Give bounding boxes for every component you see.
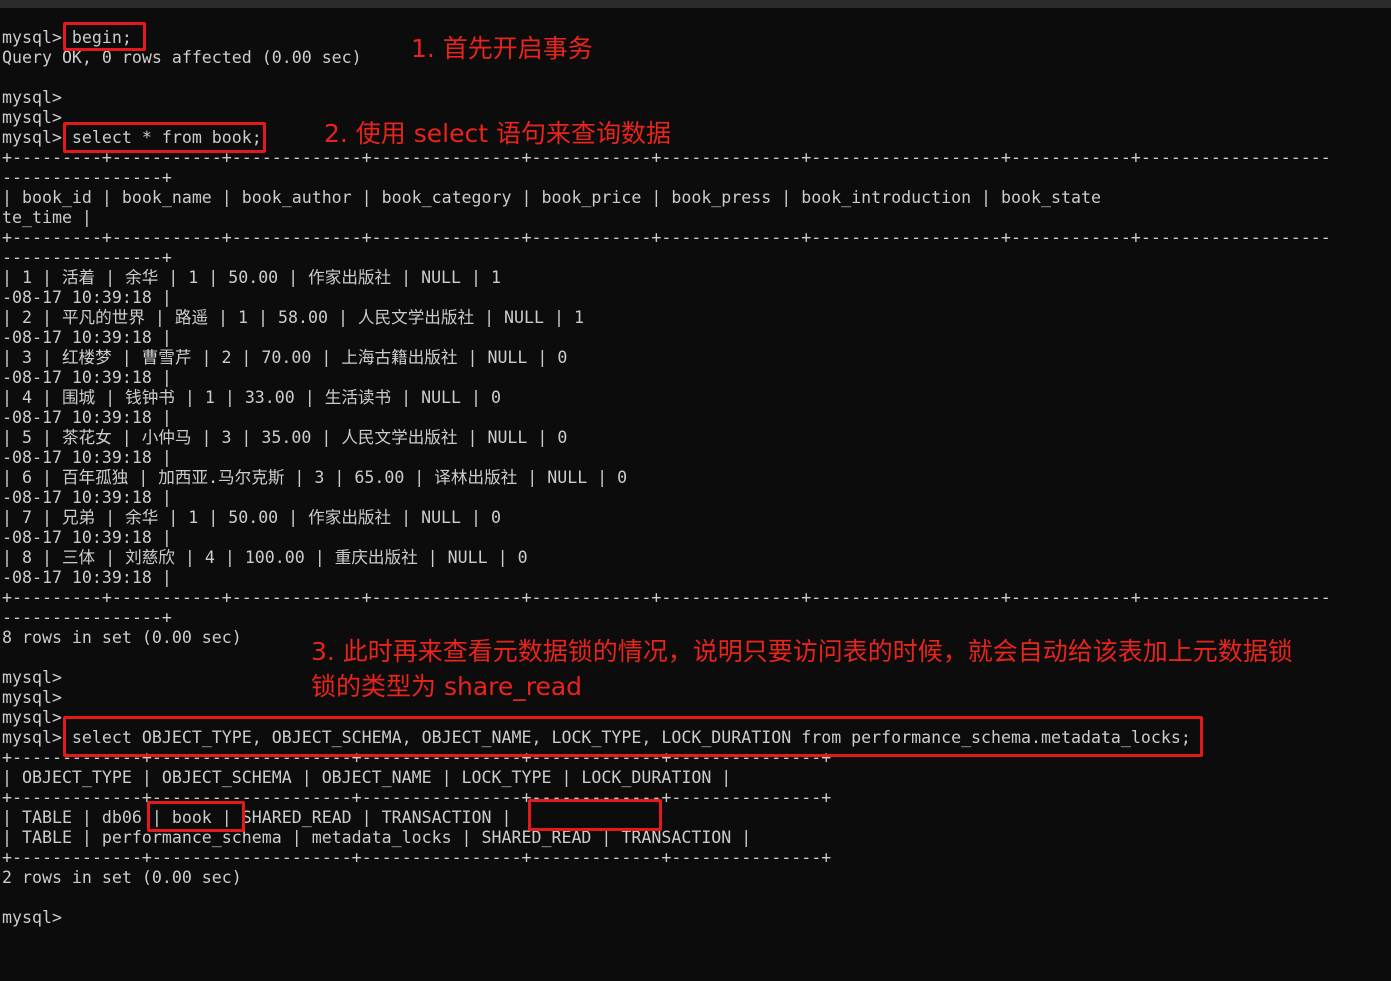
- terminal-line: -08-17 10:39:18 |: [2, 368, 172, 387]
- terminal-line: ----------------+: [2, 248, 172, 267]
- terminal-line: | TABLE | performance_schema | metadata_…: [2, 828, 752, 847]
- terminal-line: -08-17 10:39:18 |: [2, 488, 172, 507]
- terminal-line: mysql>: [2, 908, 62, 927]
- terminal-line: mysql>: [2, 668, 62, 687]
- terminal-line: | TABLE | db06 | book | SHARED_READ | TR…: [2, 808, 512, 827]
- annotation-note-1: 1. 首先开启事务: [411, 34, 593, 63]
- terminal-line: ----------------+: [2, 608, 172, 627]
- terminal-line: ----------------+: [2, 168, 172, 187]
- window-top-edge: [0, 0, 1391, 8]
- terminal-line: mysql>: [2, 88, 62, 107]
- annotation-note-2: 2. 使用 select 语句来查询数据: [324, 119, 671, 148]
- terminal-line: | 3 | 红楼梦 | 曹雪芹 | 2 | 70.00 | 上海古籍出版社 | …: [2, 348, 568, 367]
- terminal-line: mysql>: [2, 708, 62, 727]
- terminal-line: | 5 | 茶花女 | 小仲马 | 3 | 35.00 | 人民文学出版社 | …: [2, 428, 568, 447]
- terminal-line: Query OK, 0 rows affected (0.00 sec): [2, 48, 362, 67]
- terminal-line: | 2 | 平凡的世界 | 路遥 | 1 | 58.00 | 人民文学出版社 |…: [2, 308, 584, 327]
- terminal-line: 2 rows in set (0.00 sec): [2, 868, 242, 887]
- terminal-line: -08-17 10:39:18 |: [2, 328, 172, 347]
- terminal-output[interactable]: mysql> begin; Query OK, 0 rows affected (…: [0, 8, 1391, 981]
- terminal-line: 8 rows in set (0.00 sec): [2, 628, 242, 647]
- terminal-line: -08-17 10:39:18 |: [2, 448, 172, 467]
- terminal-line: +---------+-----------+-------------+---…: [2, 588, 1331, 607]
- terminal-line: +-------------+--------------------+----…: [2, 788, 832, 807]
- highlight-metadata-query: [63, 716, 1203, 757]
- highlight-lock-type: [528, 799, 662, 831]
- annotation-note-3-line-1: 3. 此时再来查看元数据锁的情况，说明只要访问表的时候，就会自动给该表加上元数据…: [311, 637, 1293, 666]
- terminal-line: +---------+-----------+-------------+---…: [2, 228, 1331, 247]
- terminal-line: -08-17 10:39:18 |: [2, 288, 172, 307]
- terminal-line: | 1 | 活着 | 余华 | 1 | 50.00 | 作家出版社 | NULL…: [2, 268, 502, 287]
- highlight-select-command: [63, 122, 266, 153]
- terminal-line: mysql>: [2, 108, 62, 127]
- terminal-line: +-------------+--------------------+----…: [2, 848, 832, 867]
- terminal-line: mysql>: [2, 688, 62, 707]
- highlight-schema-db06: [147, 801, 245, 832]
- highlight-begin-command: [63, 22, 146, 51]
- terminal-line: te_time |: [2, 208, 92, 227]
- terminal-line: -08-17 10:39:18 |: [2, 408, 172, 427]
- annotation-note-3-line-2: 锁的类型为 share_read: [311, 672, 583, 701]
- terminal-line: | 6 | 百年孤独 | 加西亚.马尔克斯 | 3 | 65.00 | 译林出版…: [2, 468, 628, 487]
- terminal-line: -08-17 10:39:18 |: [2, 528, 172, 547]
- terminal-line: | 4 | 围城 | 钱钟书 | 1 | 33.00 | 生活读书 | NULL…: [2, 388, 502, 407]
- terminal-line: -08-17 10:39:18 |: [2, 568, 172, 587]
- terminal-line: | 8 | 三体 | 刘慈欣 | 4 | 100.00 | 重庆出版社 | NU…: [2, 548, 528, 567]
- terminal-line: | 7 | 兄弟 | 余华 | 1 | 50.00 | 作家出版社 | NULL…: [2, 508, 502, 527]
- terminal-line: | book_id | book_name | book_author | bo…: [2, 188, 1101, 207]
- terminal-line: | OBJECT_TYPE | OBJECT_SCHEMA | OBJECT_N…: [2, 768, 732, 787]
